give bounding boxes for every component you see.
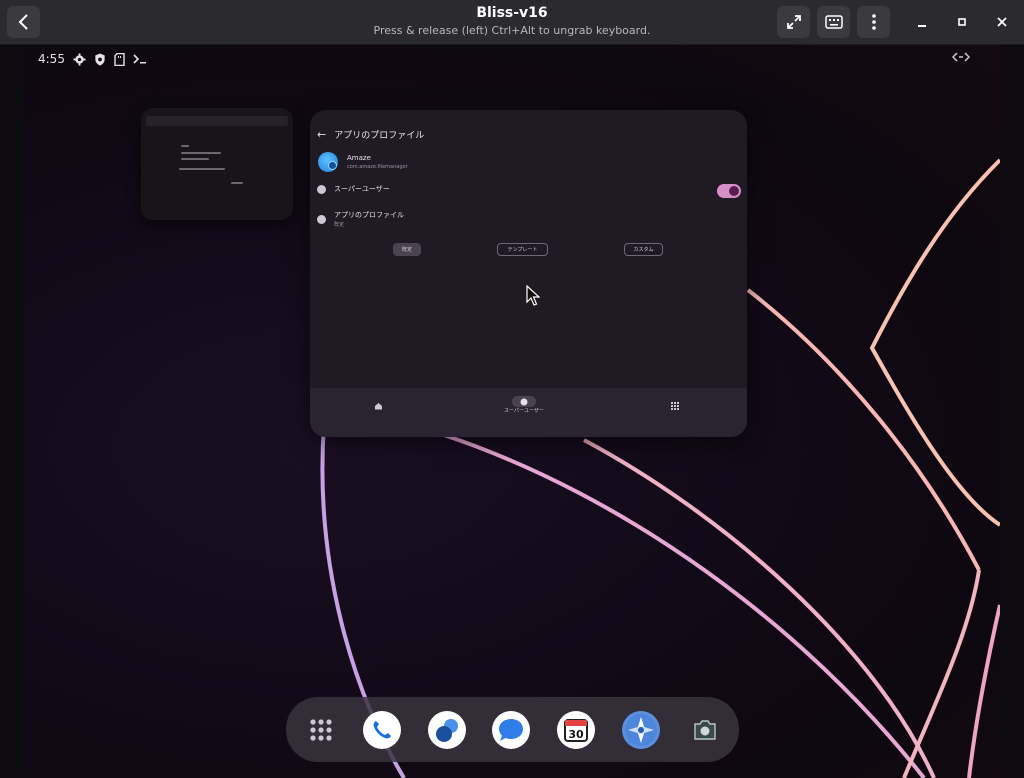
segment-default[interactable]: 既定: [393, 243, 421, 256]
status-clock: 4:55: [38, 52, 65, 66]
window-title: Bliss-v16: [476, 5, 548, 21]
superuser-row[interactable]: スーパーユーザー: [317, 184, 390, 194]
chevron-left-icon: [18, 14, 28, 30]
terminal-icon: [133, 54, 146, 64]
maximize-icon: [958, 18, 966, 26]
status-right: [951, 51, 971, 66]
superuser-toggle[interactable]: [717, 184, 741, 198]
card-header-title: アプリのプロファイル: [334, 131, 425, 141]
maximize-button[interactable]: [946, 6, 978, 38]
amaze-app-icon: [318, 152, 338, 172]
phone-icon: [373, 721, 391, 739]
back-button[interactable]: [7, 6, 40, 38]
minimize-icon: [918, 25, 926, 27]
app-name: Amaze: [347, 154, 371, 162]
app-dock: 30: [286, 697, 739, 762]
home-icon: [375, 403, 382, 410]
status-bar: 4:55: [38, 51, 147, 67]
app-profile-row[interactable]: アプリのプロファイル 既定: [317, 210, 404, 228]
segment-template[interactable]: テンプレート: [497, 243, 548, 256]
app-drawer-icon: [310, 719, 332, 741]
superuser-nav-icon: [520, 398, 528, 405]
calendar-icon: 30: [564, 719, 588, 742]
shield-icon: [95, 52, 105, 66]
thumbnail-line: [181, 158, 209, 160]
superuser-icon: [317, 184, 326, 194]
mouse-cursor-icon: [526, 285, 540, 306]
menu-button[interactable]: [857, 6, 890, 38]
thumbnail-line: [231, 182, 243, 184]
dock-browser[interactable]: [622, 711, 660, 749]
nav-home[interactable]: [374, 402, 383, 410]
camera-icon: [694, 720, 716, 740]
window-subtitle: Press & release (left) Ctrl+Alt to ungra…: [373, 24, 651, 37]
sd-card-icon: [114, 52, 125, 66]
contacts-icon: [436, 719, 458, 742]
recent-app-thumbnail[interactable]: [141, 108, 293, 220]
recent-app-card[interactable]: ← アプリのプロファイル Amaze com.amaze.filemanager…: [310, 110, 747, 437]
superuser-label: スーパーユーザー: [334, 185, 390, 193]
calendar-day: 30: [568, 728, 584, 741]
dock-calendar[interactable]: 30: [557, 711, 595, 749]
grid-icon: [671, 402, 679, 410]
gear-icon: [73, 52, 86, 66]
keyboard-button[interactable]: [817, 6, 850, 38]
fullscreen-icon: [786, 15, 801, 29]
minimize-button[interactable]: [906, 6, 938, 38]
nav-superuser-pill: [511, 396, 536, 407]
profile-sublabel: 既定: [334, 222, 345, 228]
app-info-row: Amaze com.amaze.filemanager: [318, 152, 408, 172]
app-package: com.amaze.filemanager: [347, 164, 408, 170]
browser-icon: [625, 714, 657, 746]
dock-contacts[interactable]: [428, 711, 466, 749]
card-header: ← アプリのプロファイル: [317, 128, 424, 141]
code-arrows-icon: [951, 52, 971, 62]
nav-superuser-label: スーパーユーザー: [504, 408, 544, 414]
thumbnail-toolbar: [146, 116, 288, 126]
close-button[interactable]: [986, 6, 1018, 38]
close-icon: [997, 17, 1007, 27]
bottom-navigation: スーパーユーザー: [310, 388, 747, 437]
thumbnail-line: [181, 145, 189, 147]
profile-label: アプリのプロファイル: [334, 211, 404, 219]
android-screen: 4:55 ← アプリのプロファイル Amaze com.amaze.filema…: [24, 45, 1000, 778]
profile-icon: [317, 214, 326, 224]
dock-camera[interactable]: [686, 711, 724, 749]
messages-icon: [499, 719, 523, 741]
thumbnail-line: [181, 152, 221, 154]
thumbnail-line: [179, 168, 225, 170]
dock-messages[interactable]: [492, 711, 530, 749]
nav-superuser[interactable]: スーパーユーザー: [504, 396, 544, 414]
window-titlebar: Bliss-v16 Press & release (left) Ctrl+Al…: [0, 0, 1024, 45]
arrow-left-icon[interactable]: ←: [317, 128, 326, 141]
fullscreen-button[interactable]: [777, 6, 810, 38]
keyboard-icon: [824, 15, 843, 29]
nav-modules[interactable]: [671, 402, 679, 410]
kebab-menu-icon: [871, 14, 876, 30]
segment-custom[interactable]: カスタム: [624, 243, 663, 256]
dock-app-drawer[interactable]: [302, 711, 340, 749]
dock-phone[interactable]: [363, 711, 401, 749]
